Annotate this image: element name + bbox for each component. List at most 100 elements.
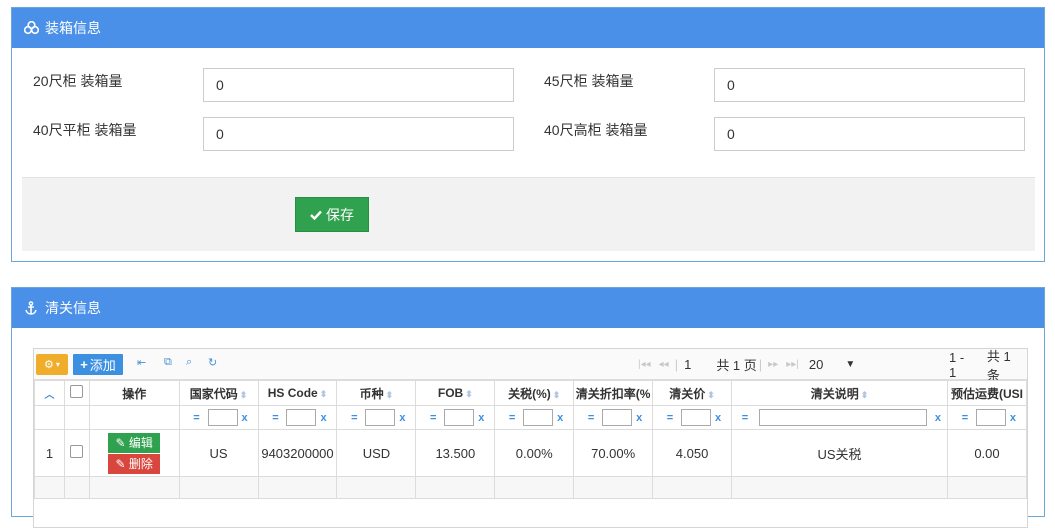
row-select[interactable] [63,429,90,477]
column-header-note[interactable]: 清关说明 ⬍ [731,380,948,406]
total-pages: 共 1 页 [716,358,757,373]
cell-note: US关税 [731,429,948,477]
edit-icon: ✎ [115,456,126,471]
column-header-hs-code[interactable]: HS Code ⬍ [257,380,338,406]
clear-filter-icon[interactable]: x [399,412,405,424]
customs-panel-header: 清关信息 [12,288,1044,328]
last-page-icon[interactable]: ▸▸| [786,359,799,370]
select-all-checkbox[interactable] [70,385,84,398]
cell-hs-code: 9403200000 [257,429,338,477]
sort-icon[interactable]: ⬍ [320,389,328,399]
column-header-duty[interactable]: 关税(%) ⬍ [494,380,575,406]
search-icon[interactable]: ⌕ [186,356,192,369]
cell-freight: 0.00 [946,429,1028,477]
row-index: 1 [34,429,65,477]
field-input-40ft-flat[interactable]: 0 [203,117,514,151]
clear-filter-icon[interactable]: x [715,412,721,424]
customs-grid: ⚙ ▾ + 添加 ⇤ ⧉ ⌕ ↻ |◂◂ ◂◂ | 1 共 1 页 | ▸▸ ▸▸… [33,348,1028,528]
cell-currency: USD [336,429,417,477]
customs-table: ︿ 操作 国家代码 ⬍ HS Code ⬍ 币种 ⬍ FOB ⬍ 关税(%) ⬍ 清关折扣… [34,380,1028,499]
field-input-45ft[interactable]: 0 [714,68,1025,102]
filter-freight: = x [946,405,1028,430]
packing-panel: 装箱信息 20尺柜 装箱量 0 45尺柜 装箱量 0 40尺平柜 装箱量 0 4… [11,7,1045,262]
clear-filter-icon[interactable]: x [320,412,326,424]
page-number[interactable]: 1 [684,357,691,372]
select-all-header[interactable] [63,380,90,406]
column-header-price[interactable]: 清关价 ⬍ [652,380,733,406]
column-header-freight[interactable]: 预估运费(USI [946,380,1028,406]
record-range: 1 - 1 [949,349,965,380]
gear-icon: ⚙ [44,359,54,371]
sort-icon[interactable]: ⬍ [707,390,715,400]
column-header-country[interactable]: 国家代码 ⬍ [178,380,259,406]
sort-icon[interactable]: ⬍ [861,390,869,400]
clear-filter-icon[interactable]: x [636,412,642,424]
column-header-actions: 操作 [88,380,180,406]
customs-panel: 清关信息 ⚙ ▾ + 添加 ⇤ ⧉ ⌕ ↻ |◂◂ ◂◂ | 1 共 1 页 | … [11,287,1045,528]
first-page-icon[interactable]: |◂◂ [638,359,651,370]
filter-input[interactable] [975,409,1006,426]
sort-icon[interactable]: ⬍ [553,390,561,400]
save-button[interactable]: 保存 [295,197,369,232]
edit-button[interactable]: ✎ 编辑 [108,432,161,453]
grid-toolbar: ⚙ ▾ + 添加 ⇤ ⧉ ⌕ ↻ |◂◂ ◂◂ | 1 共 1 页 | ▸▸ ▸▸… [34,349,1027,383]
page-size-dropdown-icon[interactable]: ▼ [845,359,855,370]
plus-icon: + [80,357,88,372]
filter-duty: = x [494,405,575,430]
filter-row: = x = x = x = x = x = x = x = x = x [34,405,1028,430]
refresh-icon[interactable]: ↻ [208,356,217,369]
columns-icon[interactable]: ⧉ [164,356,172,369]
field-label-40ft-high: 40尺高柜 装箱量 [544,122,648,138]
filter-discount: = x [573,405,654,430]
cell-price: 4.050 [652,429,733,477]
filter-input[interactable] [602,409,633,426]
column-header-discount[interactable]: 清关折扣率(% [573,380,654,406]
row-actions: ✎ 编辑 ✎ 删除 [88,429,180,477]
cell-country: US [178,429,259,477]
add-button[interactable]: + 添加 [73,354,123,375]
cell-fob: 13.500 [415,429,496,477]
clear-filter-icon[interactable]: x [242,412,248,424]
caret-down-icon: ▾ [55,360,60,369]
empty-row [34,476,1028,499]
first-column-icon[interactable]: ⇤ [137,356,146,369]
boxes-icon [23,20,39,36]
filter-input[interactable] [365,409,396,426]
save-button-label: 保存 [326,206,354,223]
delete-button[interactable]: ✎ 删除 [108,453,161,474]
page-size-select[interactable]: 20 [809,357,823,372]
column-header-fob[interactable]: FOB ⬍ [415,380,496,406]
field-input-20ft[interactable]: 0 [203,68,514,102]
clear-filter-icon[interactable]: x [935,412,941,424]
field-input-40ft-high[interactable]: 0 [714,117,1025,151]
filter-country: = x [178,405,259,430]
next-page-icon[interactable]: ▸▸ [768,359,778,370]
filter-input[interactable] [207,409,238,426]
filter-input[interactable] [681,409,711,426]
edit-icon: ✎ [115,435,126,450]
sort-icon[interactable]: ⬍ [465,389,473,399]
filter-input[interactable] [444,409,475,426]
settings-menu-button[interactable]: ⚙ ▾ [36,354,68,375]
add-button-label: 添加 [89,358,116,373]
clear-filter-icon[interactable]: x [1010,412,1016,424]
sort-icon[interactable]: ⬍ [240,390,248,400]
chevron-up-icon: ︿ [44,389,55,401]
field-label-45ft: 45尺柜 装箱量 [544,73,634,89]
pager: |◂◂ ◂◂ | 1 共 1 页 | ▸▸ ▸▸| 20 ▼ [638,357,856,373]
filter-input[interactable] [286,409,317,426]
filter-input[interactable] [523,409,554,426]
filter-input[interactable] [759,409,928,426]
column-header-currency[interactable]: 币种 ⬍ [336,380,417,406]
collapse-toggle[interactable]: ︿ [34,380,65,406]
table-row[interactable]: 1 ✎ 编辑 ✎ 删除 US 9403200000 USD 13.500 0.0… [34,429,1028,477]
anchor-icon [23,300,39,316]
sort-icon[interactable]: ⬍ [386,390,394,400]
prev-page-icon[interactable]: ◂◂ [659,359,669,370]
filter-fob: = x [415,405,496,430]
header-row: ︿ 操作 国家代码 ⬍ HS Code ⬍ 币种 ⬍ FOB ⬍ 关税(%) ⬍ 清关折扣… [34,380,1028,406]
clear-filter-icon[interactable]: x [557,412,563,424]
row-checkbox[interactable] [70,445,84,458]
check-icon [310,210,322,220]
clear-filter-icon[interactable]: x [478,412,484,424]
